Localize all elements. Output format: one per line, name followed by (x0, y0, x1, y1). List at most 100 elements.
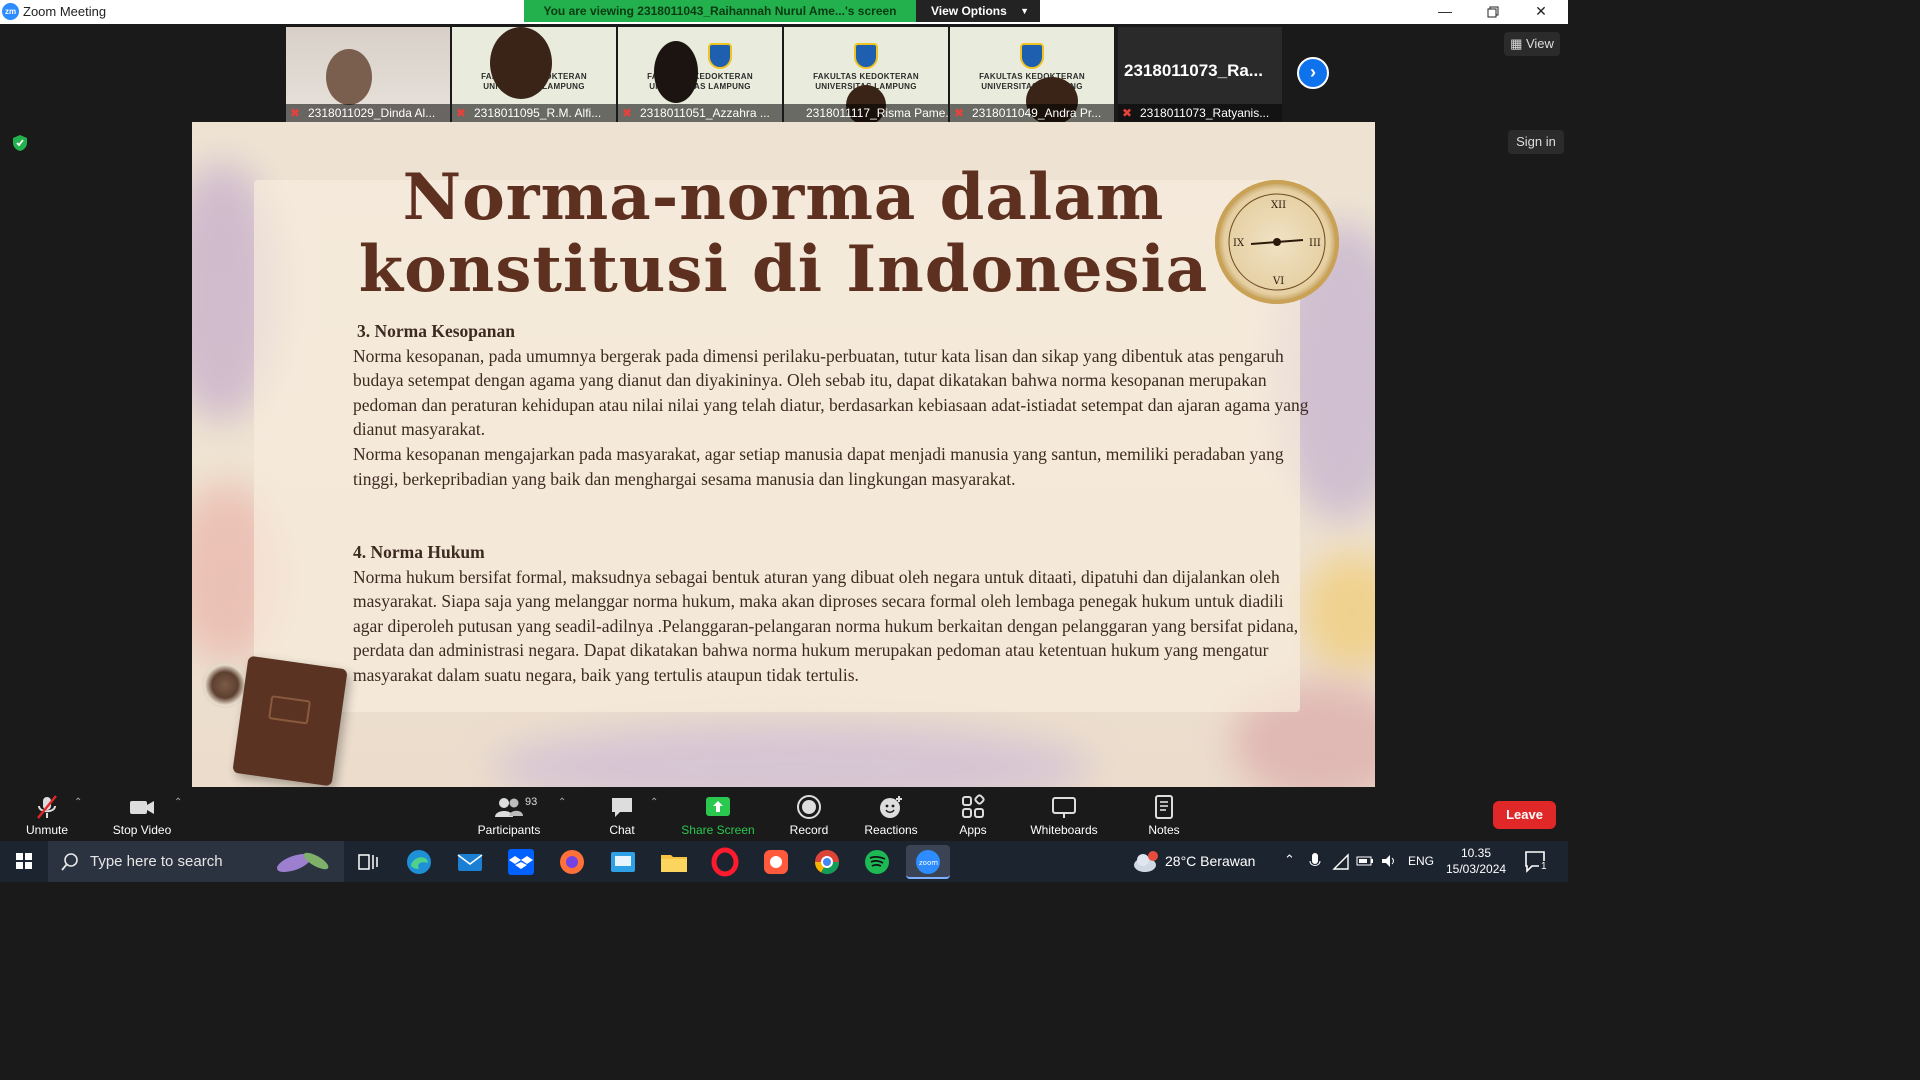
participant-filmstrip: 2318011029_Dinda Al... ✖ FAKULTAS KEDOKT… (286, 27, 1283, 122)
chevron-right-icon: › (1310, 62, 1316, 82)
section-paragraph: Norma kesopanan mengajarkan pada masyara… (353, 443, 1284, 489)
view-button[interactable]: ▦ View (1504, 32, 1560, 56)
window-titlebar: zm Zoom Meeting You are viewing 23180110… (0, 0, 1568, 24)
record-icon (797, 795, 821, 819)
participant-tile-active-speaker[interactable]: FAKULTAS KEDOKTERAN UNIVERSITAS LAMPUNG 2… (784, 27, 948, 122)
whiteboards-label: Whiteboards (1030, 823, 1098, 837)
participant-tile[interactable]: FAKULTAS KEDOKTERANUNIVERSITAS LAMPUNG 2… (950, 27, 1114, 122)
close-button[interactable]: ✕ (1518, 0, 1564, 24)
task-view-icon[interactable] (351, 845, 385, 879)
edge-browser-icon[interactable] (402, 845, 436, 879)
slide-title-line2: konstitusi di Indonesia (358, 232, 1209, 307)
clock-time: 10.35 (1460, 846, 1492, 860)
section-paragraph: Norma kesopanan, pada umumnya bergerak p… (353, 345, 1309, 440)
system-clock[interactable]: 10.35 15/03/2024 (1446, 845, 1506, 877)
participant-video (326, 49, 372, 105)
chrome-icon[interactable] (810, 845, 844, 879)
network-icon[interactable] (1332, 853, 1350, 871)
clock-face-icon: XII III VI IX (1228, 193, 1326, 291)
minimize-button[interactable]: — (1422, 0, 1468, 24)
svg-text:III: III (1309, 238, 1321, 249)
firefox-icon[interactable] (555, 845, 589, 879)
whiteboards-button[interactable]: Whiteboards (1024, 787, 1104, 841)
university-logo (708, 43, 732, 69)
apps-button[interactable]: Apps (946, 787, 1000, 841)
zoom-taskbar-icon[interactable]: zoom (906, 845, 950, 879)
input-language-indicator[interactable]: ENG (1408, 854, 1434, 868)
notes-label: Notes (1148, 823, 1180, 837)
show-hidden-icons-chevron-icon[interactable]: ⌃ (1284, 852, 1295, 868)
section-heading: 3. Norma Kesopanan (357, 321, 515, 341)
whiteboard-icon (1052, 797, 1076, 818)
participant-tile[interactable]: FAKULTAS KEDOKTERANUNIVERSITAS LAMPUNG 2… (618, 27, 782, 122)
unmute-button[interactable]: Unmute (14, 787, 80, 841)
share-screen-button[interactable]: Share Screen (676, 787, 760, 841)
stop-video-button[interactable]: Stop Video (104, 787, 180, 841)
audio-options-caret[interactable]: ⌃ (74, 797, 82, 808)
window-title: Zoom Meeting (23, 4, 107, 19)
chat-button[interactable]: Chat (596, 787, 648, 841)
svg-text:zoom: zoom (919, 859, 938, 867)
chat-bubble-icon (612, 798, 632, 817)
reactions-label: Reactions (864, 823, 918, 837)
control-panel-icon[interactable] (606, 845, 640, 879)
chat-options-caret[interactable]: ⌃ (650, 797, 658, 808)
record-label: Record (789, 823, 829, 837)
mail-icon[interactable] (453, 845, 487, 879)
notes-icon (1155, 795, 1173, 819)
restore-icon (1487, 6, 1499, 18)
coffee-cup-image (202, 662, 248, 708)
microphone-muted-icon (37, 795, 57, 819)
spotify-icon[interactable] (860, 845, 894, 879)
reactions-button[interactable]: Reactions (858, 787, 924, 841)
meeting-toolbar: Unmute ⌃ Stop Video ⌃ Participants 93 ⌃ … (0, 787, 1568, 841)
old-book-image (232, 655, 348, 787)
video-options-caret[interactable]: ⌃ (174, 797, 182, 808)
leave-meeting-button[interactable]: Leave (1493, 801, 1556, 829)
battery-icon[interactable] (1356, 855, 1374, 867)
share-screen-icon (706, 797, 730, 816)
participant-video (654, 41, 698, 103)
microphone-tray-icon[interactable] (1308, 852, 1322, 872)
section-paragraph: Norma hukum bersifat formal, maksudnya s… (353, 566, 1299, 685)
zoom-app-icon: zm (2, 3, 19, 20)
view-options-button[interactable]: View Options ▼ (916, 0, 1040, 22)
share-screen-label: Share Screen (681, 823, 755, 837)
start-button[interactable] (0, 841, 48, 882)
apps-grid-icon (962, 794, 985, 818)
mic-muted-icon: ✖ (456, 106, 467, 120)
slide-title-line1: Norma-norma dalam (402, 160, 1165, 235)
record-button[interactable]: Record (782, 787, 836, 841)
taskbar-search-box[interactable]: Type here to search (48, 841, 344, 882)
windows-logo-icon (16, 853, 32, 869)
search-placeholder: Type here to search (90, 853, 223, 870)
video-camera-icon (130, 801, 154, 814)
opera-icon[interactable] (708, 845, 742, 879)
encryption-shield-icon[interactable] (12, 134, 28, 152)
antique-clock-image: XII III VI IX (1215, 180, 1339, 304)
notification-center-button[interactable]: 1 (1522, 849, 1552, 875)
participant-name: 2318011049_Andra Pr... (950, 104, 1114, 122)
dropbox-icon[interactable] (504, 845, 538, 879)
shared-screen-slide: Norma-norma dalam konstitusi di Indonesi… (192, 122, 1375, 787)
svg-text:IX: IX (1233, 238, 1245, 249)
notification-count: 1 (1539, 861, 1549, 872)
notes-button[interactable]: Notes (1138, 787, 1190, 841)
participant-tile[interactable]: 2318011073_Ra... 2318011073_Ratyanis... … (1118, 27, 1282, 122)
sign-in-button[interactable]: Sign in (1508, 130, 1564, 154)
participant-video (490, 27, 552, 99)
weather-cloud-icon[interactable] (1131, 847, 1161, 877)
participant-tile[interactable]: FAKULTAS KEDOKTERANUNIVERSITAS LAMPUNG 2… (452, 27, 616, 122)
tile-background-text: FAKULTAS KEDOKTERAN (979, 72, 1085, 81)
filmstrip-next-button[interactable]: › (1297, 57, 1329, 89)
weather-text[interactable]: 28°C Berawan (1165, 853, 1255, 869)
screen-recorder-icon[interactable] (759, 845, 793, 879)
volume-icon[interactable] (1380, 853, 1398, 869)
search-icon (61, 853, 78, 871)
file-explorer-icon[interactable] (657, 845, 691, 879)
stop-video-label: Stop Video (112, 823, 172, 837)
svg-text:VI: VI (1272, 276, 1284, 287)
participants-options-caret[interactable]: ⌃ (558, 797, 566, 808)
participant-tile[interactable]: 2318011029_Dinda Al... ✖ (286, 27, 450, 122)
restore-button[interactable] (1470, 0, 1516, 24)
